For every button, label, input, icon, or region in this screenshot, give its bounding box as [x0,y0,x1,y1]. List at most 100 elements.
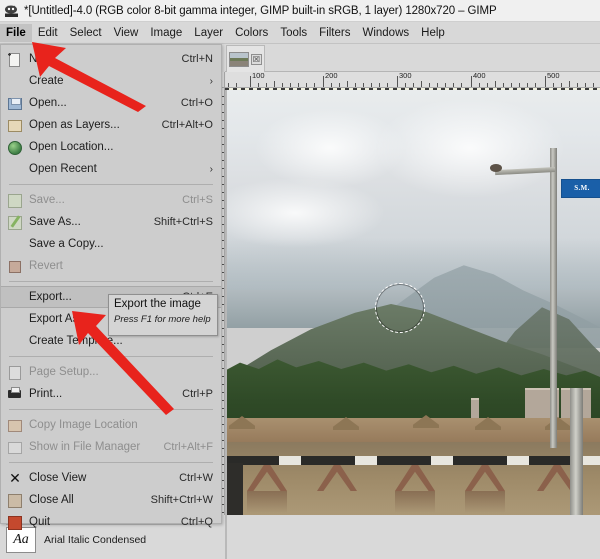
pier-reflection [247,491,287,513]
menu-item-label: Open as Layers... [29,119,120,131]
copy-location-icon [7,418,23,432]
menubar-item-edit[interactable]: Edit [32,24,64,42]
ruler-label-400: 400 [473,72,486,80]
close-icon[interactable]: ☒ [251,53,262,65]
menu-separator [9,184,213,185]
new-file-icon [7,52,23,67]
blank-icon [7,74,23,88]
menu-item-open-location[interactable]: Open Location... [1,136,221,158]
lamp-post [550,148,557,448]
menu-item-quit[interactable]: Quit Ctrl+Q [1,511,221,533]
huts-group [225,408,600,430]
menu-separator [9,409,213,410]
menu-item-accel: Shift+Ctrl+S [153,216,213,228]
menu-item-save-a-copy[interactable]: Save a Copy... [1,233,221,255]
ruler-label-500: 500 [547,72,560,80]
menu-separator [9,462,213,463]
window-title: *[Untitled]-4.0 (RGB color 8-bit gamma i… [24,4,497,17]
menubar-item-file[interactable]: File [0,23,32,42]
file-menu-popup[interactable]: New... Ctrl+N Create › Open... Ctrl+O Op… [0,44,222,530]
menubar-item-select[interactable]: Select [64,24,108,42]
menu-item-new[interactable]: New... Ctrl+N [1,48,221,70]
menu-separator [9,356,213,357]
image-tab[interactable]: ☒ [226,45,265,72]
close-x-icon: ✕ [9,470,21,486]
menu-item-open-recent[interactable]: Open Recent › [1,158,221,180]
menu-item-label: Quit [29,516,51,528]
title-bar: *[Untitled]-4.0 (RGB color 8-bit gamma i… [0,0,600,22]
menu-item-create[interactable]: Create › [1,70,221,92]
menubar-item-image[interactable]: Image [144,24,188,42]
lamp-head [490,164,502,172]
gimp-window: *[Untitled]-4.0 (RGB color 8-bit gamma i… [0,0,600,559]
menu-item-label: Save... [29,194,65,206]
globe-icon [7,140,23,155]
horizontal-ruler[interactable]: 100 200 300 400 500 [225,72,600,88]
tooltip-hint: Press F1 for more help [114,314,211,325]
menu-item-label: Open Location... [29,141,114,153]
menu-item-label: Save As... [29,216,81,228]
menu-item-print[interactable]: Print... Ctrl+P [1,383,221,405]
pier-reflection [465,491,505,513]
menu-item-accel: Ctrl+S [182,194,213,206]
open-as-layers-icon [7,118,23,132]
ruler-label-200: 200 [325,72,338,80]
ruler-label-100: 100 [252,72,265,80]
menu-item-accel: Ctrl+Alt+F [163,441,213,453]
save-as-icon [7,215,23,230]
menu-item-accel: Ctrl+P [182,388,213,400]
menu-item-accel: Ctrl+N [181,53,213,65]
menubar-item-filters[interactable]: Filters [313,24,356,42]
pier-reflection [395,491,435,513]
menu-bar: File Edit Select View Image Layer Colors… [0,22,600,44]
layer-boundary [225,88,600,90]
open-file-icon [7,96,23,110]
menu-item-close-all[interactable]: Close All Shift+Ctrl+W [1,489,221,511]
blank-icon [7,312,23,326]
tooltip: Export the image Press F1 for more help [108,294,218,336]
menu-item-show-in-file-manager[interactable]: Show in File Manager Ctrl+Alt+F [1,436,221,458]
elliptical-selection-marquee[interactable] [375,283,425,333]
menu-item-page-setup[interactable]: Page Setup... [1,361,221,383]
menu-item-close-view[interactable]: ✕ Close View Ctrl+W [1,467,221,489]
cloud [375,98,565,198]
menu-item-label: Show in File Manager [29,441,141,453]
street-sign: S.M. [561,179,600,198]
menubar-item-help[interactable]: Help [415,24,451,42]
close-all-icon [7,493,23,508]
menu-item-accel: Shift+Ctrl+W [150,494,213,506]
menubar-item-view[interactable]: View [108,24,145,42]
chevron-right-icon: › [209,75,213,87]
menu-item-open[interactable]: Open... Ctrl+O [1,92,221,114]
file-manager-icon [7,440,23,454]
menu-item-revert[interactable]: Revert [1,255,221,277]
menubar-item-windows[interactable]: Windows [356,24,415,42]
blank-icon [7,237,23,251]
gimp-wilber-icon [4,4,19,18]
menu-item-label: Close All [29,494,74,506]
menubar-item-colors[interactable]: Colors [229,24,274,42]
menu-item-save[interactable]: Save... Ctrl+S [1,189,221,211]
ruler-label-300: 300 [399,72,412,80]
menu-item-save-as[interactable]: Save As... Shift+Ctrl+S [1,211,221,233]
canvas-left-edge [225,90,227,559]
menu-item-label: Open Recent [29,163,97,175]
menu-item-accel: Ctrl+Alt+O [161,119,213,131]
menubar-item-tools[interactable]: Tools [274,24,313,42]
blank-icon [7,334,23,348]
blank-icon [7,162,23,176]
save-icon [7,193,23,208]
font-name-label: Arial Italic Condensed [44,534,147,546]
menubar-item-layer[interactable]: Layer [188,24,229,42]
menu-item-open-as-layers[interactable]: Open as Layers... Ctrl+Alt+O [1,114,221,136]
menu-item-label: Page Setup... [29,366,99,378]
menu-item-copy-image-location[interactable]: Copy Image Location [1,414,221,436]
image-tab-strip: ☒ [225,44,600,72]
menu-item-label: Copy Image Location [29,419,138,431]
image-canvas[interactable]: S.M. [225,88,600,559]
menu-item-label: Create Template... [29,335,123,347]
menu-item-label: Create [29,75,64,87]
chevron-right-icon: › [209,163,213,175]
menu-item-label: Open... [29,97,67,109]
menu-item-label: Close View [29,472,87,484]
